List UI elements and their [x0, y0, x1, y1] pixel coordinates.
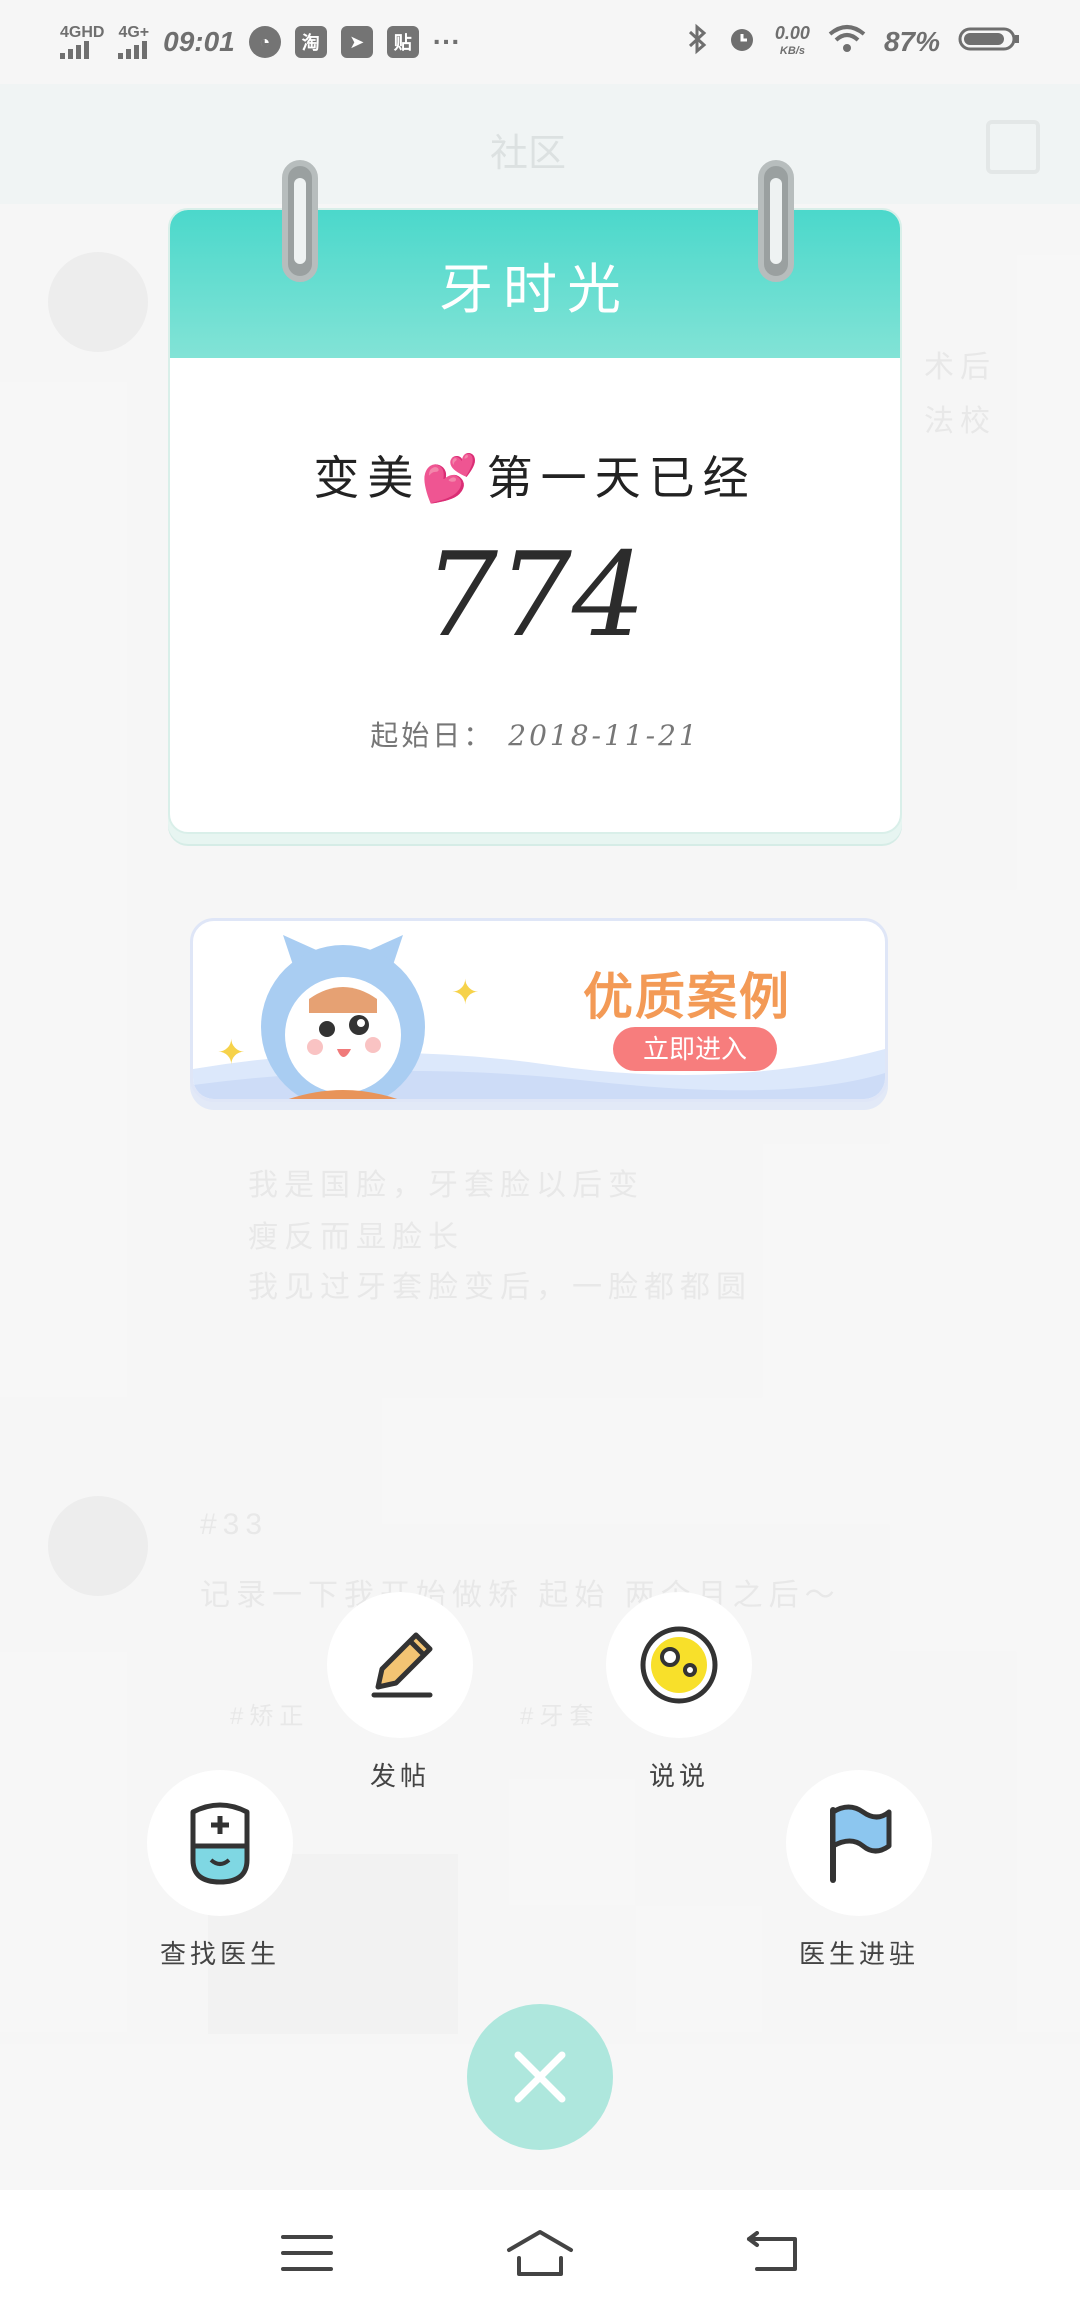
tooth-time-calendar-card[interactable]: 牙时光 变美💕第一天已经 774 起始日： 2018-11-21 — [168, 208, 902, 834]
post-button[interactable] — [327, 1592, 473, 1738]
find-doctor-label: 查找医生 — [159, 1940, 280, 1970]
calendar-ring-right-icon — [758, 160, 794, 282]
flag-icon — [830, 1804, 892, 1883]
doctor-join-button[interactable] — [786, 1770, 932, 1916]
doctor-join-label: 医生进驻 — [798, 1940, 919, 1970]
post-label: 发帖 — [369, 1762, 430, 1792]
day-count: 774 — [424, 528, 646, 663]
system-navigation-bar — [0, 2190, 1080, 2316]
close-button[interactable] — [467, 2004, 613, 2150]
start-date-row: 起始日： 2018-11-21 — [170, 714, 900, 754]
find-doctor-button[interactable] — [147, 1770, 293, 1916]
heart-icon: 💕 — [421, 451, 487, 505]
quality-cases-banner[interactable]: ✦ ✦ 优质案例 立即进入 — [190, 918, 888, 1102]
subtitle-text-before: 变美 — [313, 451, 422, 505]
sparkle-icon: ✦ — [217, 1034, 246, 1072]
enter-now-button[interactable]: 立即进入 — [613, 1027, 777, 1071]
calendar-ring-left-icon — [282, 160, 318, 282]
back-icon — [747, 2231, 798, 2271]
start-date-label: 起始日： — [370, 719, 495, 752]
sparkle-icon: ✦ — [451, 974, 480, 1012]
menu-nav-button[interactable] — [272, 2223, 342, 2283]
doctor-icon — [190, 1802, 250, 1885]
talk-bubble-icon — [640, 1626, 718, 1704]
menu-icon — [280, 2235, 333, 2271]
subtitle-text-after: 第一天已经 — [486, 451, 757, 505]
banner-title: 优质案例 — [583, 969, 791, 1025]
home-nav-button[interactable] — [505, 2223, 575, 2283]
talk-label: 说说 — [648, 1762, 709, 1792]
calendar-subtitle: 变美💕第一天已经 — [170, 442, 900, 508]
talk-button[interactable] — [606, 1592, 752, 1738]
pencil-icon — [371, 1632, 433, 1698]
start-date-value: 2018-11-21 — [508, 719, 700, 752]
calendar-title: 牙时光 — [439, 257, 631, 321]
home-icon — [506, 2230, 573, 2276]
close-icon — [514, 2051, 566, 2103]
back-nav-button[interactable] — [738, 2223, 808, 2283]
cat-mascot-icon — [261, 935, 425, 1099]
